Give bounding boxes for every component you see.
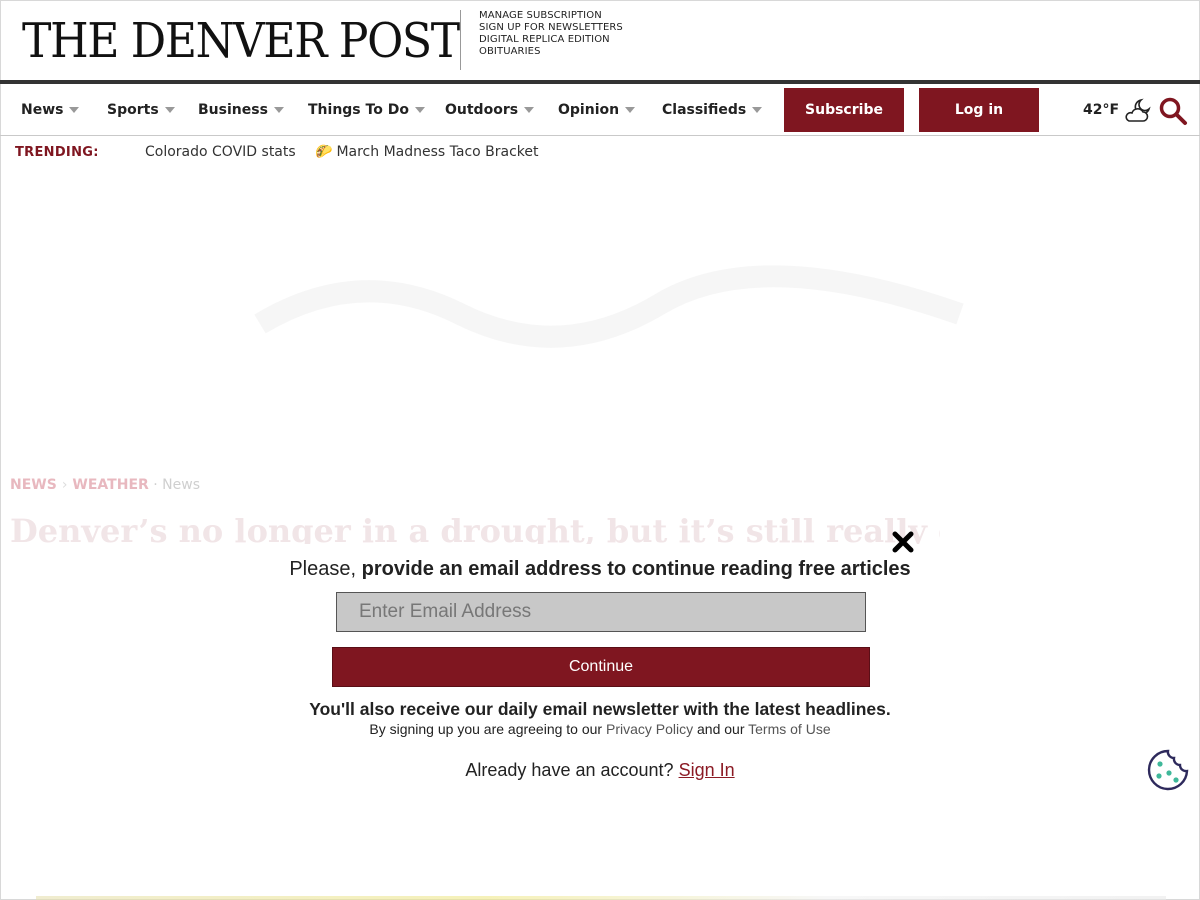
nav-item-news[interactable]: News [21,84,80,136]
breadcrumb-dot: · [148,477,163,493]
breadcrumb-subsection[interactable]: WEATHER [72,477,148,493]
caret-down-icon [273,107,284,113]
sign-in-link[interactable]: Sign In [679,760,735,780]
main-nav: News Sports Business Things To Do Outdoo… [0,84,1200,136]
obituaries-link[interactable]: OBITUARIES [479,46,623,58]
taco-icon: 🌮 [315,144,333,160]
breadcrumb-tag: News [162,477,200,493]
signin-line: Already have an account? Sign In [0,760,1200,781]
logo-divider [460,10,461,70]
nav-item-outdoors[interactable]: Outdoors [445,84,535,136]
caret-down-icon [164,107,175,113]
nav-item-label: Things To Do [308,102,409,118]
email-field[interactable] [336,592,866,632]
nav-item-business[interactable]: Business [198,84,284,136]
weather-temperature: 42°F [1083,102,1120,118]
trending-bar: TRENDING: Colorado COVID stats 🌮 March Ma… [0,137,1200,169]
breadcrumb-section[interactable]: NEWS [10,477,57,493]
digital-replica-link[interactable]: DIGITAL REPLICA EDITION [479,34,623,46]
weather-widget[interactable]: 42°F [1083,84,1153,136]
utility-links: MANAGE SUBSCRIPTION SIGN UP FOR NEWSLETT… [479,10,623,58]
nav-item-label: Outdoors [445,102,519,118]
nav-item-classifieds[interactable]: Classifieds [662,84,763,136]
breadcrumb-separator: › [61,477,68,493]
newsletter-note: You'll also receive our daily email news… [309,699,891,719]
trending-link-taco[interactable]: 🌮 March Madness Taco Bracket [315,144,539,160]
faded-image-strip [36,896,1166,900]
nav-item-label: Business [198,102,268,118]
privacy-policy-link[interactable]: Privacy Policy [606,721,693,737]
caret-down-icon [752,107,763,113]
trending-link-covid[interactable]: Colorado COVID stats [145,144,296,160]
nav-item-label: Opinion [558,102,620,118]
nav-item-label: Sports [107,102,159,118]
continue-button[interactable]: Continue [332,647,870,687]
login-button[interactable]: Log in [919,88,1039,132]
signin-prefix: Already have an account? [465,760,674,780]
modal-heading: Please, provide an email address to cont… [0,558,1200,581]
ad-placeholder [254,265,964,348]
newsletters-link[interactable]: SIGN UP FOR NEWSLETTERS [479,22,623,34]
caret-down-icon [414,107,425,113]
nav-item-opinion[interactable]: Opinion [558,84,636,136]
site-logo[interactable]: THE DENVER POST [22,13,460,69]
caret-down-icon [524,107,535,113]
email-gate-modal: Please, provide an email address to cont… [0,525,1200,795]
nav-item-sports[interactable]: Sports [107,84,175,136]
modal-heading-bold: provide an email address to continue rea… [361,558,911,580]
terms-and: and our [697,721,745,737]
nav-item-things-to-do[interactable]: Things To Do [308,84,425,136]
terms-of-use-link[interactable]: Terms of Use [748,721,830,737]
caret-down-icon [69,107,80,113]
nav-item-label: News [21,102,64,118]
breadcrumb: NEWS › WEATHER · News [10,477,200,493]
masthead: THE DENVER POST MANAGE SUBSCRIPTION SIGN… [0,0,1200,80]
cookie-icon[interactable] [1147,749,1189,791]
caret-down-icon [625,107,636,113]
terms-line: By signing up you are agreeing to our Pr… [0,721,1200,737]
trending-label: TRENDING: [15,145,99,160]
subscribe-button[interactable]: Subscribe [784,88,904,132]
partly-cloudy-night-icon [1125,98,1151,122]
nav-item-label: Classifieds [662,102,747,118]
terms-prefix: By signing up you are agreeing to our [369,721,603,737]
search-icon[interactable] [1158,96,1188,126]
trending-link-label: March Madness Taco Bracket [336,144,539,160]
modal-heading-prefix: Please, [289,558,357,580]
manage-subscription-link[interactable]: MANAGE SUBSCRIPTION [479,10,623,22]
close-icon[interactable] [890,529,916,555]
